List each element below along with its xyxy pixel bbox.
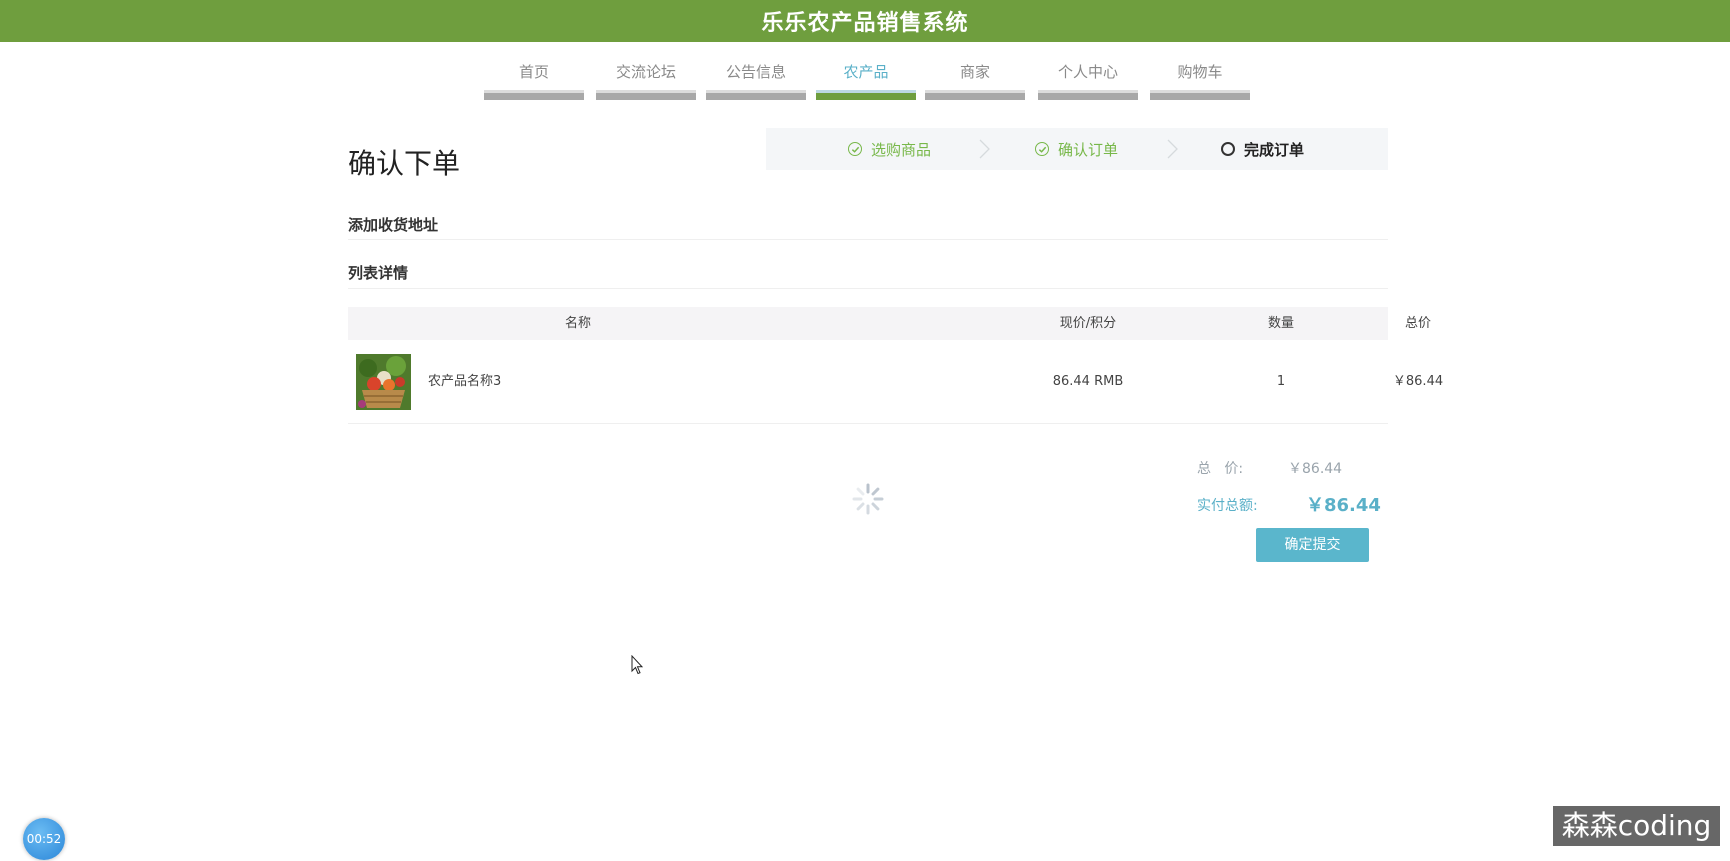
- step-label: 选购商品: [871, 140, 932, 159]
- nav-item-home[interactable]: 首页: [484, 56, 584, 100]
- list-details-heading: 列表详情: [348, 264, 409, 282]
- nav-underline: [816, 90, 916, 100]
- nav-label: 公告信息: [725, 63, 786, 81]
- order-steps: 选购商品 确认订单 完成订单: [766, 128, 1388, 170]
- nav-label: 商家: [959, 63, 990, 81]
- amount-payable-label: 实付总额:: [1197, 498, 1258, 514]
- nav-label: 农产品: [843, 63, 889, 81]
- nav-underline: [925, 90, 1025, 100]
- chevron-right-icon: [979, 139, 990, 159]
- mouse-cursor-icon: [631, 655, 643, 675]
- product-quantity: 1: [1276, 374, 1286, 389]
- check-circle-icon: [1035, 142, 1049, 156]
- page-title: 确认下单: [348, 147, 461, 180]
- vegetable-basket-image: [356, 354, 411, 410]
- column-header-price: 现价/积分: [1059, 316, 1117, 331]
- nav-item-notices[interactable]: 公告信息: [706, 56, 806, 100]
- top-banner: 乐乐农产品销售系统: [0, 0, 1730, 42]
- total-price-value: ￥86.44: [1288, 461, 1343, 477]
- nav-underline: [1038, 90, 1138, 100]
- nav-item-products[interactable]: 农产品: [816, 56, 916, 100]
- nav-underline: [484, 90, 584, 100]
- check-circle-icon: [848, 142, 862, 156]
- circle-icon: [1221, 142, 1235, 156]
- step-confirm-order: 确认订单: [1035, 128, 1118, 170]
- column-header-name: 名称: [564, 316, 591, 331]
- nav-label: 交流论坛: [615, 63, 676, 81]
- recording-timer: 00:52: [23, 818, 65, 860]
- loading-spinner-icon: [852, 483, 884, 515]
- product-thumbnail[interactable]: [356, 354, 411, 410]
- nav-underline: [1150, 90, 1250, 100]
- app-title: 乐乐农产品销售系统: [761, 11, 969, 36]
- nav-underline: [596, 90, 696, 100]
- column-header-total: 总价: [1404, 316, 1431, 331]
- nav-item-cart[interactable]: 购物车: [1150, 56, 1250, 100]
- nav-underline: [706, 90, 806, 100]
- amount-payable-value: ￥86.44: [1306, 495, 1381, 516]
- step-select-goods: 选购商品: [848, 128, 931, 170]
- table-row: 农产品名称3 86.44 RMB 1 ￥86.44: [348, 340, 1443, 424]
- step-complete-order: 完成订单: [1221, 128, 1304, 170]
- table-header: 名称 现价/积分 数量 总价: [348, 307, 1431, 340]
- column-header-qty: 数量: [1267, 316, 1294, 331]
- step-label: 确认订单: [1058, 140, 1119, 159]
- watermark: 森森coding: [1553, 806, 1720, 846]
- product-total: ￥86.44: [1392, 374, 1444, 389]
- step-label: 完成订单: [1244, 140, 1305, 159]
- chevron-right-icon: [1167, 139, 1178, 159]
- product-name: 农产品名称3: [428, 374, 502, 389]
- product-price: 86.44 RMB: [1052, 374, 1124, 389]
- nav-label: 个人中心: [1057, 63, 1118, 81]
- add-address-link[interactable]: 添加收货地址: [348, 214, 438, 235]
- confirm-submit-button[interactable]: 确定提交: [1256, 528, 1369, 562]
- total-price-label: 总 价:: [1197, 461, 1244, 477]
- nav-item-profile[interactable]: 个人中心: [1038, 56, 1138, 100]
- nav-item-merchants[interactable]: 商家: [925, 56, 1025, 100]
- divider: [348, 239, 1388, 240]
- divider: [348, 288, 1388, 289]
- nav-label: 购物车: [1177, 63, 1223, 81]
- nav-label: 首页: [518, 63, 549, 81]
- nav-item-forum[interactable]: 交流论坛: [596, 56, 696, 100]
